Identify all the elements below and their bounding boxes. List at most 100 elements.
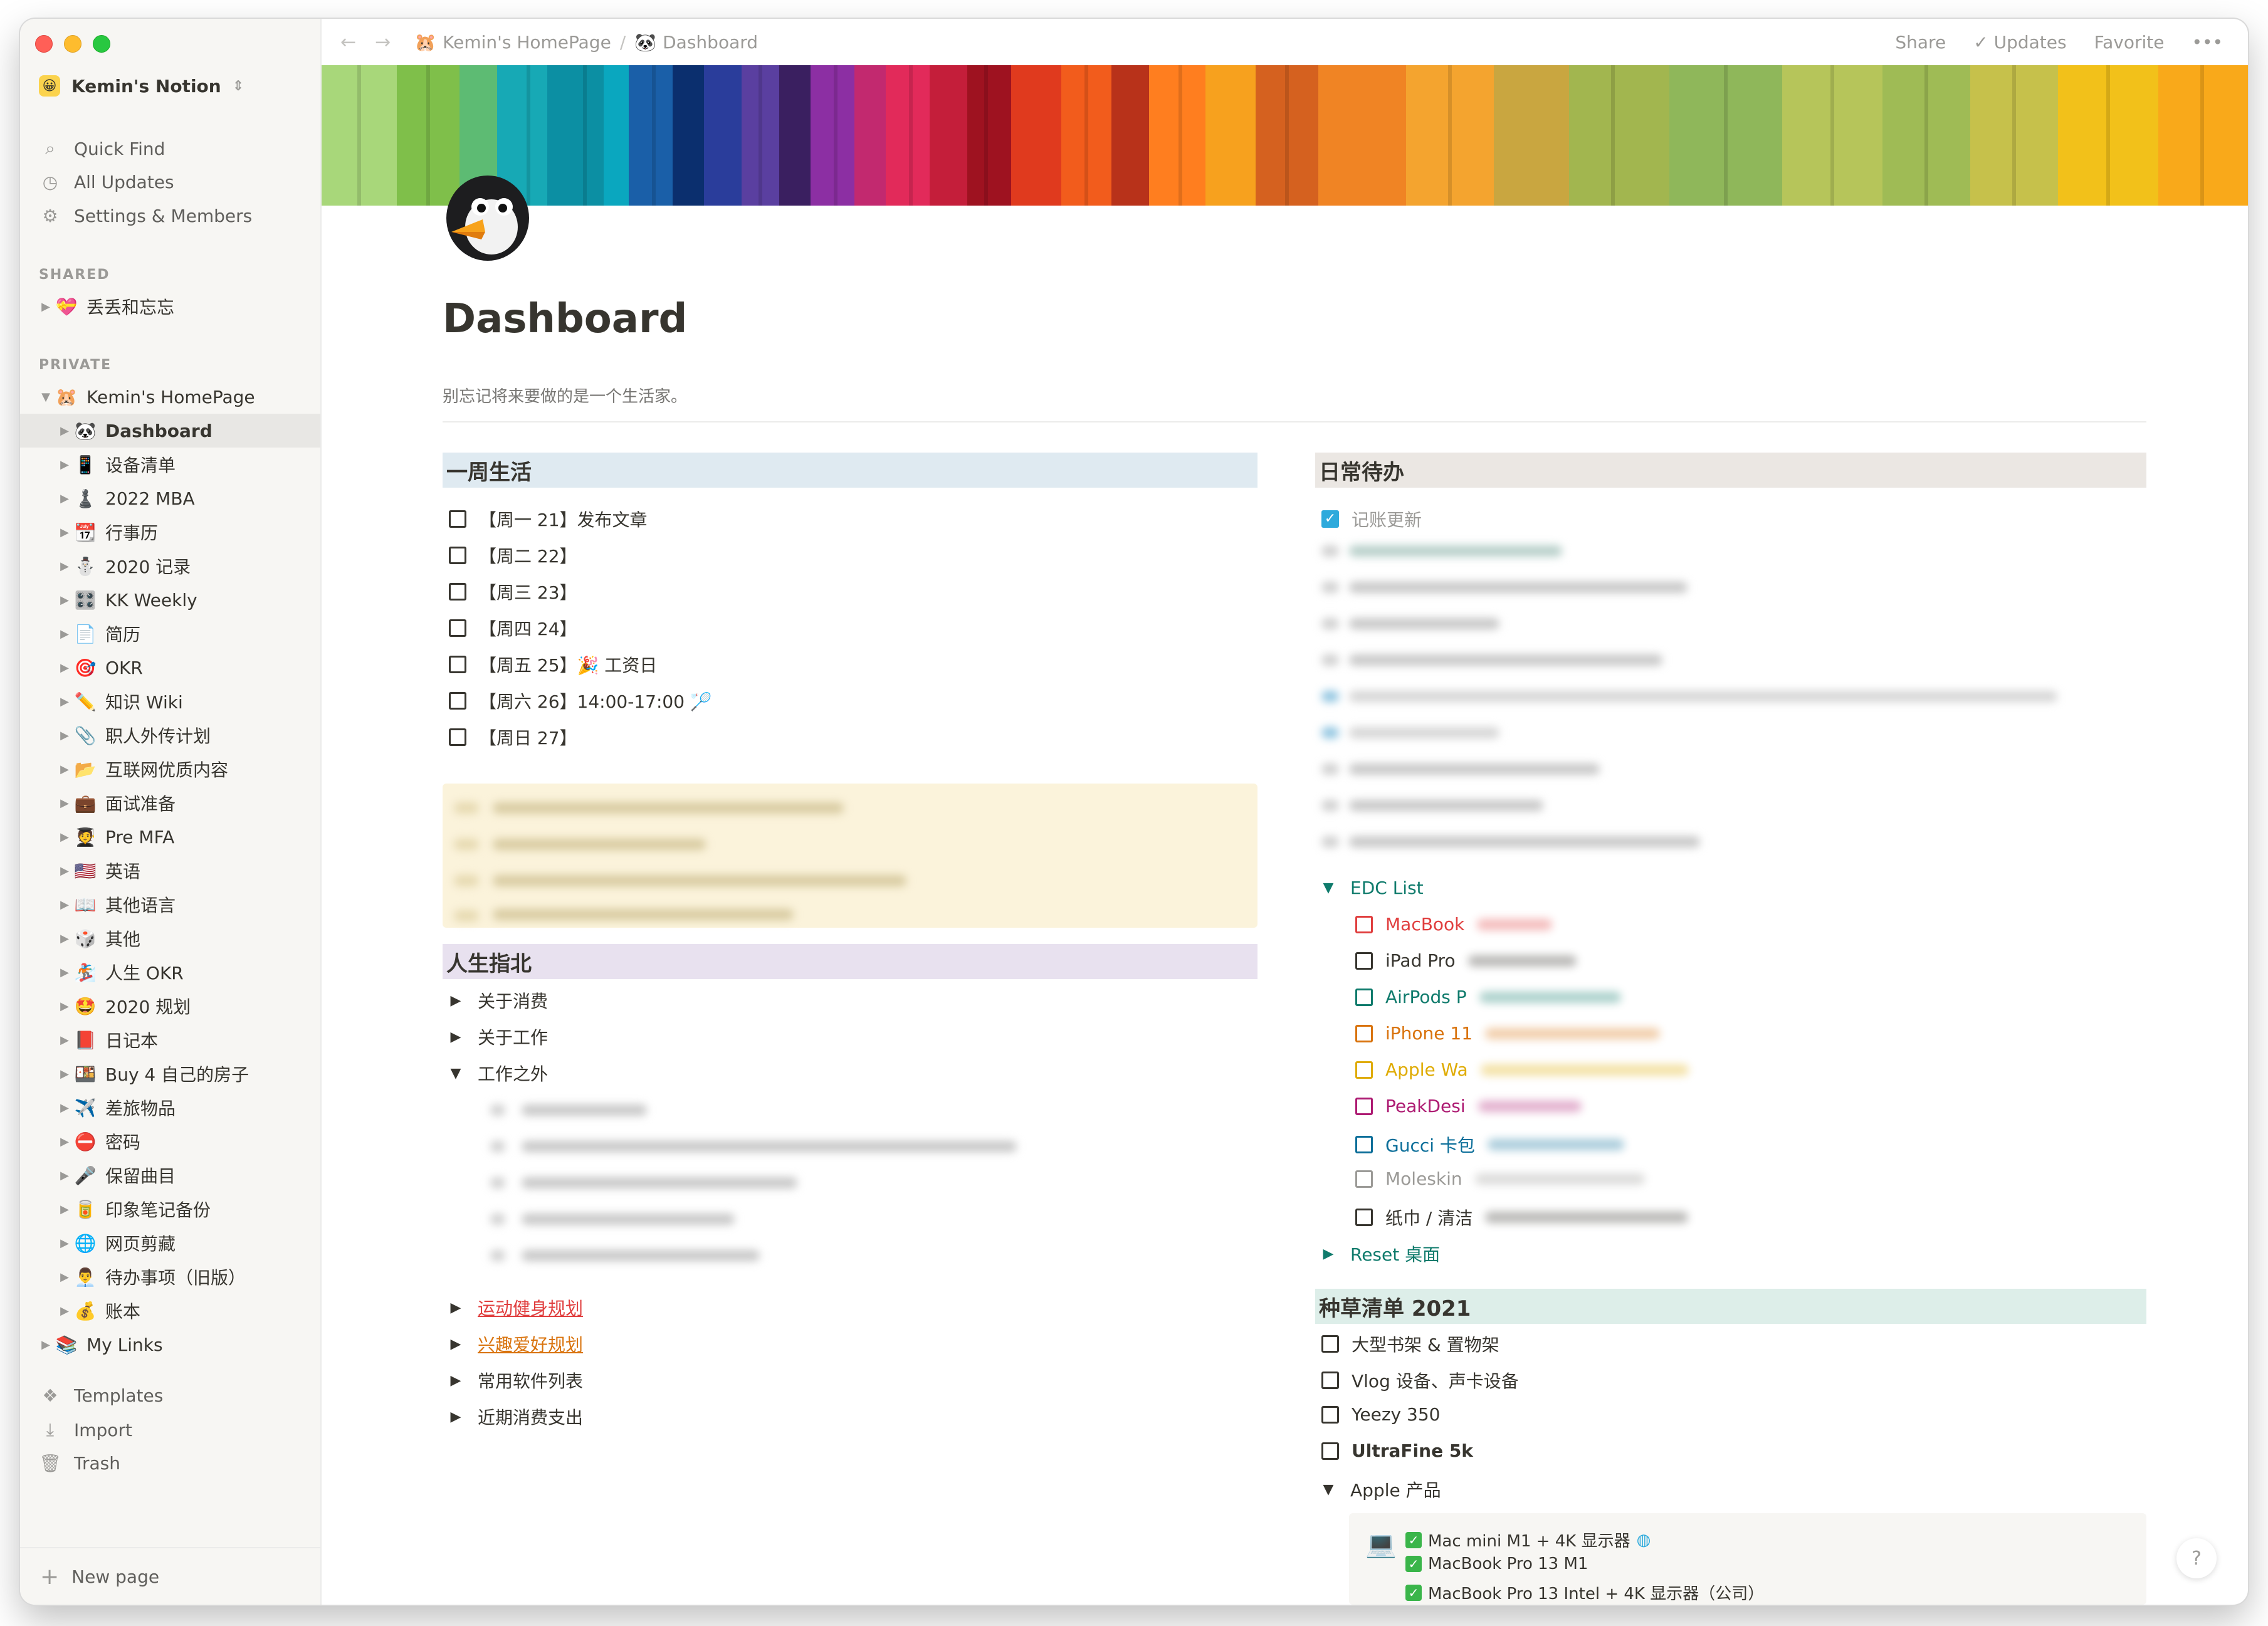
minimize-window-button[interactable]: [64, 35, 81, 53]
templates-link[interactable]: ❖ Templates: [39, 1385, 163, 1406]
expand-arrow-icon[interactable]: ▶: [56, 695, 73, 708]
expand-arrow-icon[interactable]: ▶: [56, 1135, 73, 1148]
workspace-switcher[interactable]: 😀 Kemin's Notion ⇕: [39, 75, 244, 97]
sidebar-item-page[interactable]: ▶ 🐼 Dashboard: [20, 414, 320, 448]
checkbox[interactable]: [1355, 915, 1373, 933]
sidebar-item-page[interactable]: ▶ 👨‍💼 待办事项（旧版）: [20, 1260, 320, 1294]
toggle-arrow-icon[interactable]: ▶: [449, 1409, 463, 1425]
toggle-consumption[interactable]: ▶ 关于消费: [449, 988, 548, 1013]
expand-arrow-icon[interactable]: ▶: [56, 1203, 73, 1216]
sidebar-item-page[interactable]: ▶ 🇺🇸 英语: [20, 854, 320, 888]
toggle-arrow-icon[interactable]: ▶: [1321, 1246, 1335, 1262]
checkbox[interactable]: [1321, 1372, 1339, 1389]
toggle-work[interactable]: ▶ 关于工作: [449, 1024, 548, 1049]
checkbox[interactable]: [1321, 1442, 1339, 1460]
edc-todo-item[interactable]: Moleskin: [1355, 1168, 1645, 1189]
checkbox[interactable]: [1321, 1405, 1339, 1424]
heading-week-life[interactable]: 一周生活: [443, 453, 1257, 488]
checkbox[interactable]: [1355, 1136, 1373, 1153]
penguin-icon[interactable]: [439, 169, 533, 263]
page-subtitle[interactable]: 别忘记将来要做的是一个生活家。: [443, 384, 687, 407]
expand-arrow-icon[interactable]: ▶: [56, 492, 73, 505]
toggle-arrow-icon[interactable]: ▶: [449, 1029, 463, 1045]
todo-item-bookkeeping[interactable]: ✓ 记账更新: [1321, 506, 1422, 532]
breadcrumb-item-dashboard[interactable]: 🐼 Dashboard: [634, 32, 758, 53]
fitness-plan-link[interactable]: 运动健身规划: [478, 1295, 583, 1320]
todo-item[interactable]: 【周六 26】14:00-17:00 🏸: [449, 688, 712, 713]
sidebar-item-page[interactable]: ▶ 🧑‍🎓 Pre MFA: [20, 820, 320, 854]
sidebar-item-page[interactable]: ▶ 📄 简历: [20, 617, 320, 651]
expand-arrow-icon[interactable]: ▶: [56, 1034, 73, 1047]
checkbox[interactable]: [449, 656, 466, 673]
todo-item[interactable]: 【周日 27】: [449, 725, 577, 750]
expand-arrow-icon[interactable]: ▶: [56, 1101, 73, 1115]
toggle-arrow-icon[interactable]: ▶: [449, 1300, 463, 1316]
sidebar-item-page[interactable]: ▶ 📱 设备清单: [20, 448, 320, 481]
checkbox[interactable]: [1355, 1061, 1373, 1079]
todo-item[interactable]: 【周一 21】发布文章: [449, 506, 648, 532]
edc-todo-item[interactable]: PeakDesi: [1355, 1096, 1582, 1116]
sidebar-item-page[interactable]: ▶ 📕 日记本: [20, 1023, 320, 1057]
wishlist-todo-item[interactable]: 大型书架 & 置物架: [1321, 1331, 1499, 1356]
sidebar-item-my-links[interactable]: ▶ 📚 My Links: [20, 1328, 320, 1361]
sidebar-item-page[interactable]: ▶ 💰 账本: [20, 1294, 320, 1328]
more-options-button[interactable]: •••: [2192, 32, 2223, 53]
expand-arrow-icon[interactable]: ▶: [56, 729, 73, 742]
toggle-arrow-icon[interactable]: ▶: [449, 1336, 463, 1352]
expand-arrow-icon[interactable]: ▶: [56, 932, 73, 945]
todo-item[interactable]: 【周二 22】: [449, 543, 577, 568]
share-button[interactable]: Share: [1895, 32, 1946, 53]
settings-link[interactable]: ⚙ Settings & Members: [39, 206, 252, 226]
edc-todo-item[interactable]: AirPods P: [1355, 987, 1621, 1007]
help-button[interactable]: ?: [2176, 1538, 2217, 1578]
checkbox[interactable]: [449, 619, 466, 637]
sidebar-item-page[interactable]: ▶ ♟️ 2022 MBA: [20, 481, 320, 515]
edc-todo-item[interactable]: iPhone 11: [1355, 1023, 1661, 1044]
sidebar-item-page[interactable]: ▶ 💼 面试准备: [20, 786, 320, 820]
checkbox[interactable]: [449, 547, 466, 564]
expand-arrow-icon[interactable]: ▶: [56, 1169, 73, 1182]
edc-todo-item[interactable]: iPad Pro: [1355, 950, 1577, 971]
edc-todo-item[interactable]: MacBook: [1355, 914, 1553, 935]
sidebar-item-shared[interactable]: ▶ 💝 丢丢和忘忘: [20, 290, 320, 323]
expand-arrow-icon[interactable]: ▶: [56, 560, 73, 573]
heading-wishlist[interactable]: 种草清单 2021: [1315, 1289, 2146, 1324]
checkbox[interactable]: [1355, 1209, 1373, 1226]
edc-todo-item[interactable]: 纸巾 / 清洁: [1355, 1205, 1689, 1230]
toggle-arrow-icon[interactable]: ▼: [1321, 1482, 1335, 1497]
sidebar-item-page[interactable]: ▶ 🌐 网页剪藏: [20, 1226, 320, 1260]
checkbox[interactable]: [449, 728, 466, 746]
expand-arrow-icon[interactable]: ▶: [38, 1338, 54, 1351]
edc-todo-item[interactable]: Apple Wa: [1355, 1059, 1689, 1080]
toggle-outside-work[interactable]: ▼ 工作之外: [449, 1061, 548, 1086]
checkbox[interactable]: [449, 510, 466, 528]
sidebar-item-page[interactable]: ▶ ✈️ 差旅物品: [20, 1091, 320, 1125]
sidebar-item-page[interactable]: ▶ 🏂 人生 OKR: [20, 955, 320, 989]
expand-arrow-icon[interactable]: ▶: [56, 864, 73, 878]
new-page-button[interactable]: + New page: [20, 1547, 320, 1605]
checkbox[interactable]: [1355, 988, 1373, 1006]
close-window-button[interactable]: [35, 35, 53, 53]
checkbox-checked[interactable]: ✓: [1321, 510, 1339, 528]
sidebar-item-page[interactable]: ▶ 📖 其他语言: [20, 888, 320, 921]
toggle-arrow-icon[interactable]: ▶: [449, 993, 463, 1009]
hobby-plan-link[interactable]: 兴趣爱好规划: [478, 1331, 583, 1356]
expand-arrow-icon[interactable]: ▶: [56, 1000, 73, 1013]
toggle-arrow-icon[interactable]: ▼: [449, 1066, 463, 1081]
wishlist-todo-item[interactable]: Yeezy 350: [1321, 1404, 1440, 1425]
cover-image[interactable]: [322, 65, 2248, 206]
quick-find-link[interactable]: ⌕ Quick Find: [39, 138, 165, 159]
expand-arrow-icon[interactable]: ▶: [56, 1304, 73, 1318]
expand-arrow-icon[interactable]: ▶: [56, 1067, 73, 1081]
toggle-arrow-icon[interactable]: ▶: [449, 1373, 463, 1388]
sidebar-item-page[interactable]: ▶ 🥫 印象笔记备份: [20, 1192, 320, 1226]
sidebar-item-page[interactable]: ▶ 🎲 其他: [20, 921, 320, 955]
collapse-arrow-icon[interactable]: ▼: [38, 391, 54, 404]
todo-item[interactable]: 【周五 25】🎉 工资日: [449, 652, 657, 677]
sidebar-item-page[interactable]: ▶ ⛔ 密码: [20, 1125, 320, 1158]
checkbox[interactable]: [1355, 1097, 1373, 1115]
sidebar-item-page[interactable]: ▶ 📂 互联网优质内容: [20, 752, 320, 786]
sidebar-item-homepage[interactable]: ▼ 🐹 Kemin's HomePage: [20, 380, 320, 414]
sidebar-item-page[interactable]: ▶ 🍱 Buy 4 自己的房子: [20, 1057, 320, 1091]
toggle-edc-list[interactable]: ▼ EDC List: [1321, 878, 1424, 898]
